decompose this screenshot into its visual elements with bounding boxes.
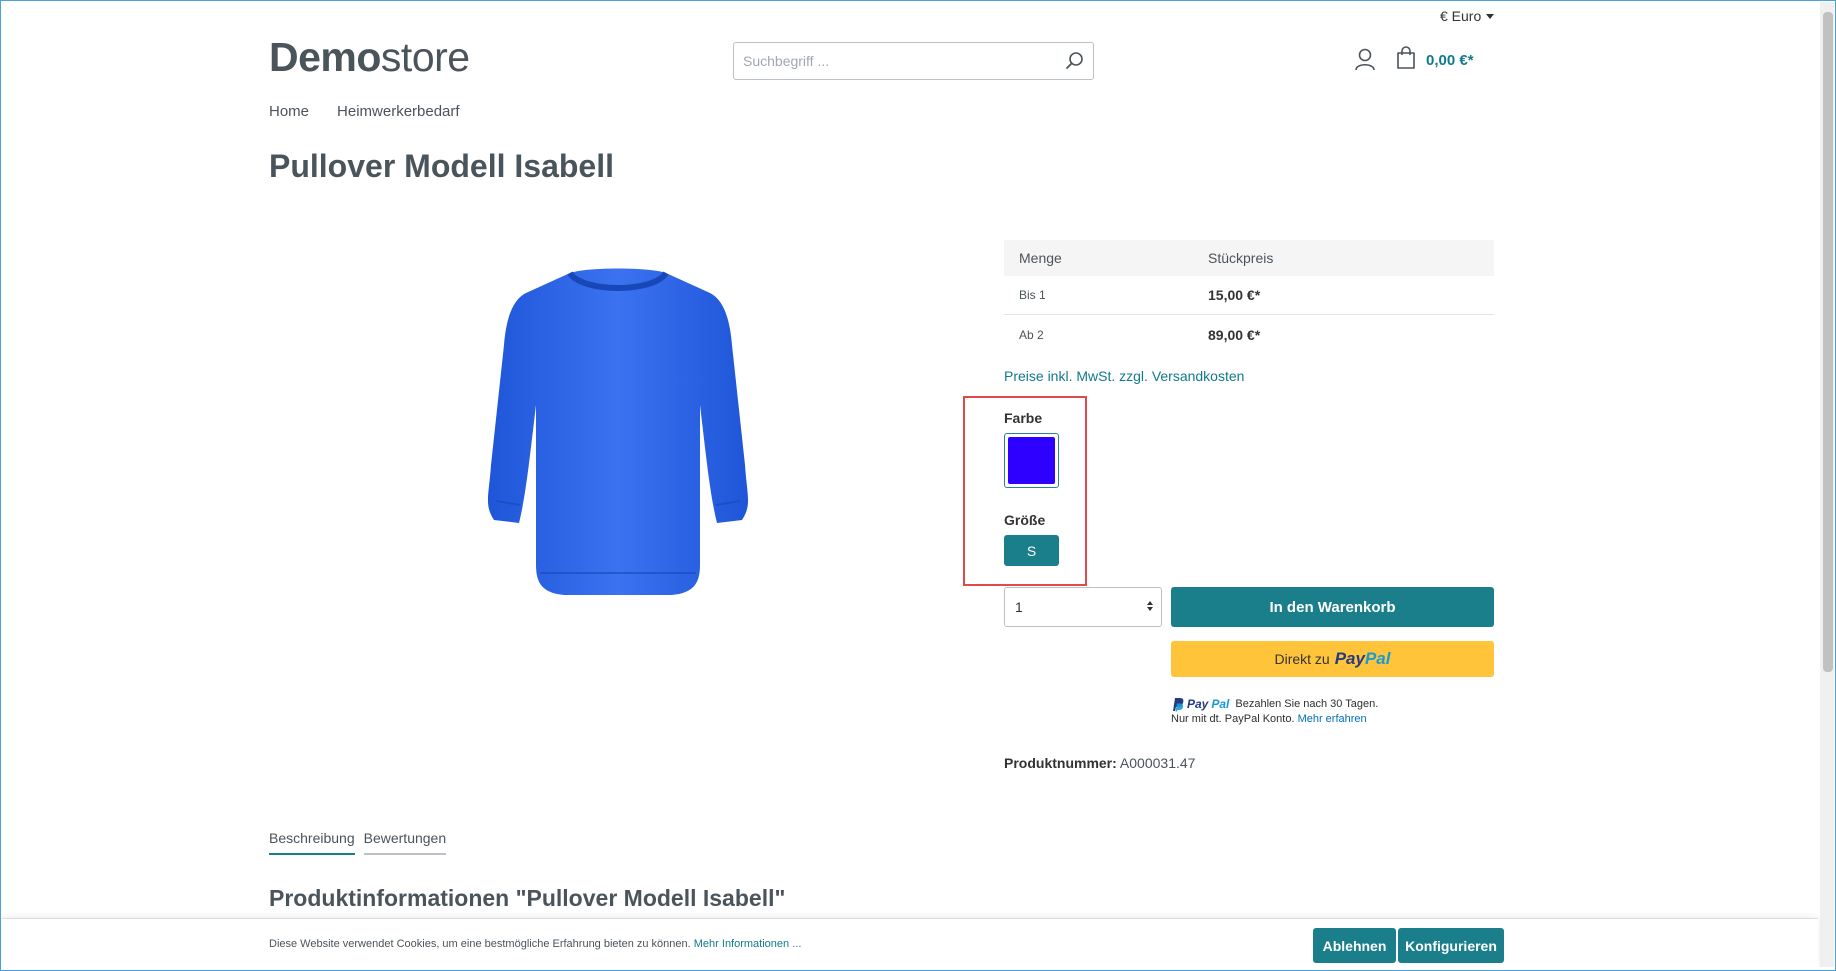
header-stueckpreis: Stückpreis [1208,250,1274,266]
add-to-cart-button[interactable]: In den Warenkorb [1171,587,1494,627]
cookie-message: Diese Website verwendet Cookies, um eine… [269,938,691,950]
product-number-value: A000031.47 [1119,755,1196,771]
scrollbar-thumb[interactable] [1823,12,1833,672]
tab-bewertungen[interactable]: Bewertungen [363,830,447,855]
account-icon[interactable] [1354,48,1376,72]
cart-icon [1396,46,1416,75]
product-image[interactable] [462,265,774,600]
search-icon[interactable] [1065,51,1085,71]
quantity-value: 1 [1015,599,1023,615]
vertical-scrollbar[interactable] [1820,2,1834,967]
configure-cookies-button[interactable]: Konfigurieren [1398,928,1504,963]
product-number: Produktnummer: A000031.47 [1004,755,1195,771]
cookie-banner: Diese Website verwendet Cookies, um eine… [2,918,1818,969]
product-tabs: Beschreibung Bewertungen [269,830,447,855]
paypal-logo-small: Pay Pal [1171,697,1229,712]
table-row: Bis 1 15,00 €* [1004,276,1494,315]
tax-shipping-link[interactable]: Preise inkl. MwSt. zzgl. Versandkosten [1004,368,1244,384]
currency-label: € Euro [1440,8,1482,24]
page-title: Pullover Modell Isabell [269,148,614,184]
price-table-header: Menge Stückpreis [1004,240,1494,276]
cart-widget[interactable]: 0,00 €* [1396,46,1474,75]
store-logo[interactable]: Demostore [269,33,470,81]
row-price: 15,00 €* [1208,287,1261,303]
size-label: Größe [1004,512,1046,528]
logo-light: store [380,34,470,80]
color-swatch-option[interactable] [1004,433,1059,488]
paypal-msg-line1: Bezahlen Sie nach 30 Tagen. [1235,698,1379,710]
decline-cookies-button[interactable]: Ablehnen [1313,928,1396,963]
price-table: Menge Stückpreis Bis 1 15,00 €* Ab 2 89,… [1004,240,1494,354]
quantity-select[interactable]: 1 [1004,587,1162,627]
table-row: Ab 2 89,00 €* [1004,315,1494,354]
nav-item-home[interactable]: Home [269,103,309,120]
nav-item-heimwerkerbedarf[interactable]: Heimwerkerbedarf [337,103,460,120]
header-menge: Menge [1019,250,1062,266]
color-label: Farbe [1004,410,1043,426]
currency-dropdown[interactable]: € Euro [1440,8,1495,24]
search-box [733,42,1094,80]
browser-frame [0,0,1836,971]
logo-bold: Demo [269,34,381,80]
paypal-msg-line2: Nur mit dt. PayPal Konto. [1171,713,1295,725]
main-navigation: Home Heimwerkerbedarf [269,103,460,120]
row-price: 89,00 €* [1208,326,1261,343]
row-qty: Bis 1 [1019,288,1046,302]
cookie-more-link[interactable]: Mehr Informationen ... [694,938,802,950]
caret-down-icon [1486,13,1495,19]
select-arrows-icon [1147,601,1153,611]
paypal-message: Pay Pal Bezahlen Sie nach 30 Tagen. Nur m… [1171,697,1378,727]
paypal-more-link[interactable]: Mehr erfahren [1298,713,1367,725]
product-number-label: Produktnummer: [1004,755,1117,771]
section-title: Produktinformationen "Pullover Modell Is… [269,885,786,911]
paypal-express-button[interactable]: Direkt zu PayPal [1171,641,1494,677]
size-option-button[interactable]: S [1004,535,1059,566]
tab-beschreibung[interactable]: Beschreibung [269,830,355,855]
paypal-icon [1173,698,1184,712]
search-input[interactable] [734,43,1054,79]
cookie-text: Diese Website verwendet Cookies, um eine… [269,938,801,950]
cart-total: 0,00 €* [1426,52,1474,69]
color-swatch [1008,437,1055,484]
paypal-prefix: Direkt zu [1274,651,1330,667]
paypal-logo: PayPal [1334,649,1391,668]
row-qty: Ab 2 [1019,327,1044,342]
